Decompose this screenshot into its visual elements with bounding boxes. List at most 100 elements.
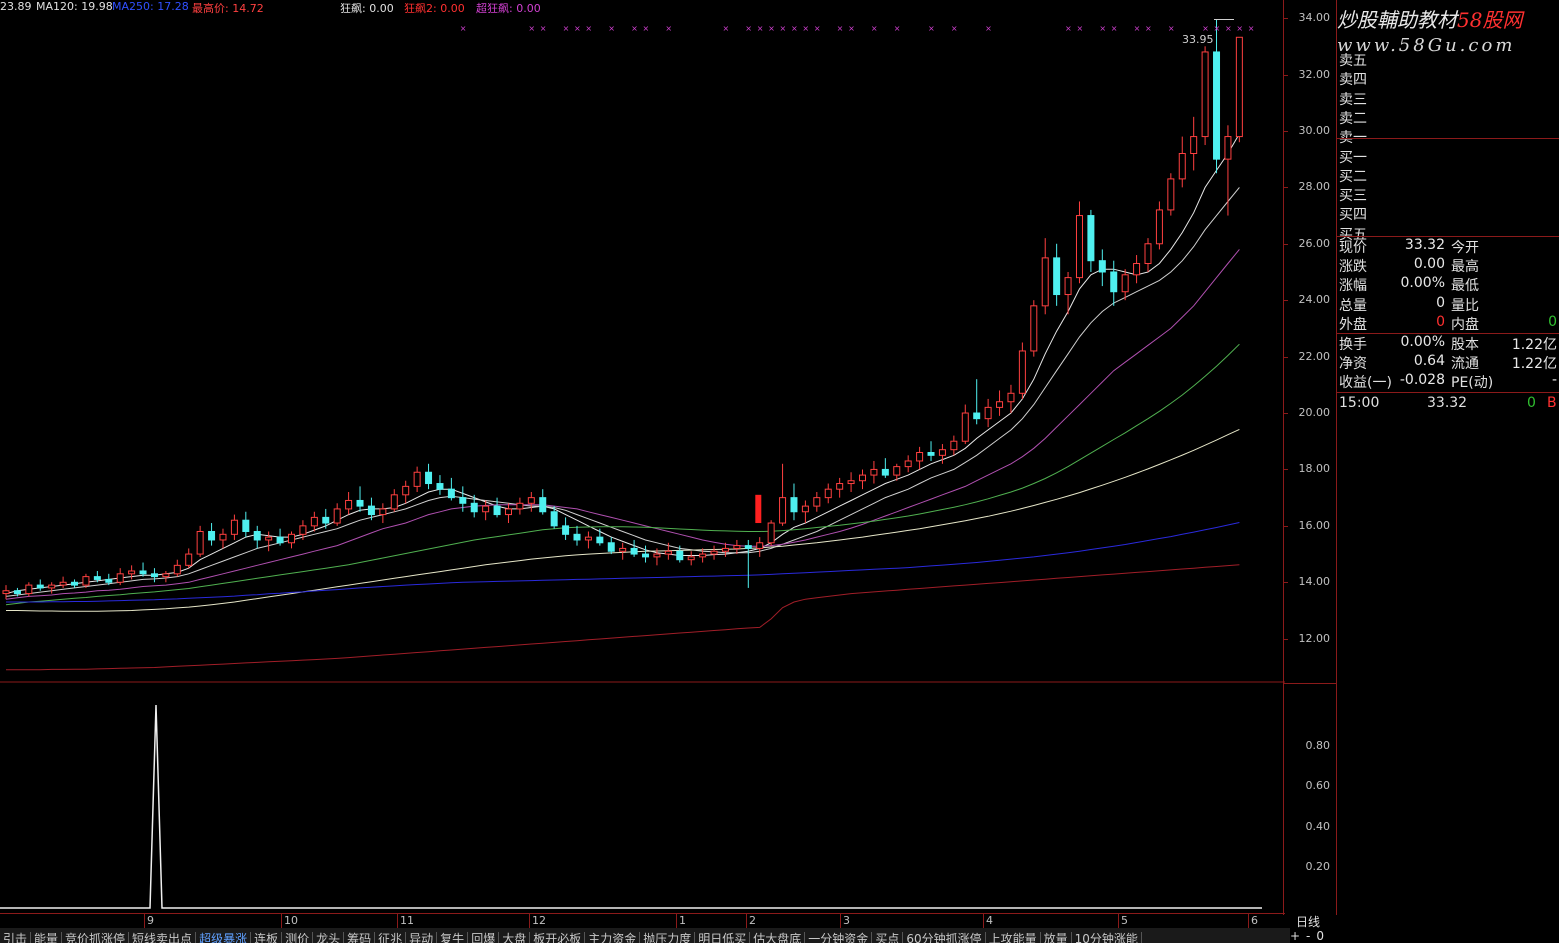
candle[interactable]: [630, 539, 638, 557]
candle[interactable]: [950, 435, 958, 456]
candle[interactable]: [425, 463, 433, 490]
candle[interactable]: [584, 531, 592, 549]
indicator-tab[interactable]: 连板: [251, 932, 283, 943]
candle[interactable]: [573, 525, 581, 546]
candle[interactable]: [1018, 342, 1026, 399]
indicator-tab[interactable]: 复牛: [437, 932, 469, 943]
candle[interactable]: [1235, 36, 1243, 143]
candle[interactable]: [687, 551, 695, 566]
candle[interactable]: [1041, 238, 1049, 315]
candle[interactable]: [836, 477, 844, 498]
indicator-tab[interactable]: 短线卖出点: [129, 932, 197, 943]
candle[interactable]: [1224, 125, 1232, 216]
candle[interactable]: [447, 477, 455, 501]
candle[interactable]: [48, 582, 56, 594]
candle[interactable]: [253, 525, 261, 549]
period-selector[interactable]: 日线 +-0: [1290, 913, 1336, 943]
candle[interactable]: [870, 460, 878, 484]
candle[interactable]: [744, 539, 752, 588]
candle[interactable]: [436, 475, 444, 495]
zoom-controls[interactable]: +-0: [1290, 929, 1330, 943]
indicator-tab[interactable]: 引击: [0, 932, 32, 943]
candle[interactable]: [288, 531, 295, 549]
candle[interactable]: [1053, 243, 1061, 306]
indicator-tab[interactable]: 筹码: [344, 932, 376, 943]
indicator-tab[interactable]: 明日低买: [695, 932, 751, 943]
indicator-tab[interactable]: 抛压力度: [640, 932, 696, 943]
candle[interactable]: [596, 528, 604, 546]
indicator-tab[interactable]: 放量: [1041, 932, 1072, 943]
candle[interactable]: [619, 542, 627, 560]
period-label[interactable]: 日线: [1296, 913, 1320, 930]
candle[interactable]: [881, 458, 889, 478]
candle[interactable]: [162, 570, 170, 583]
indicator-subchart[interactable]: [0, 685, 1285, 912]
candle[interactable]: [1030, 300, 1038, 357]
candle[interactable]: [116, 568, 124, 586]
candle[interactable]: [1155, 201, 1163, 250]
candle[interactable]: [710, 545, 718, 560]
candle[interactable]: [196, 525, 204, 557]
candle[interactable]: [813, 492, 821, 512]
indicator-tab[interactable]: 买点: [872, 932, 904, 943]
candle[interactable]: [59, 576, 67, 588]
candle[interactable]: [527, 492, 535, 512]
candle[interactable]: [310, 511, 318, 532]
candle[interactable]: [562, 517, 570, 540]
candle[interactable]: [504, 503, 512, 524]
candle[interactable]: [767, 520, 775, 546]
candle[interactable]: [1201, 46, 1209, 146]
indicator-tab[interactable]: 主力资金: [585, 932, 641, 943]
candle[interactable]: [413, 466, 421, 493]
candle[interactable]: [482, 500, 490, 521]
candle[interactable]: [973, 379, 981, 425]
candle[interactable]: [847, 472, 855, 493]
candle[interactable]: [916, 446, 924, 470]
candle[interactable]: [71, 579, 79, 588]
candle[interactable]: [493, 497, 501, 518]
candle[interactable]: [756, 537, 764, 557]
candle[interactable]: [356, 486, 364, 512]
candle[interactable]: [859, 469, 866, 490]
candle[interactable]: [2, 585, 10, 600]
candle[interactable]: [276, 528, 284, 546]
candle[interactable]: [824, 483, 832, 504]
candle[interactable]: [1144, 238, 1152, 272]
candle[interactable]: [961, 404, 969, 445]
candle[interactable]: [390, 489, 398, 512]
candlestick-chart[interactable]: × × × × × × × × × × × × × × × × × × × × × × × × × × × × × × × × × × × × × 33…: [0, 0, 1285, 683]
candle[interactable]: [1133, 255, 1141, 284]
candle[interactable]: [185, 548, 193, 569]
indicator-tab[interactable]: 竞价抓涨停: [62, 932, 130, 943]
indicator-tab[interactable]: 大盘: [499, 932, 531, 943]
candle[interactable]: [1075, 201, 1083, 284]
candle[interactable]: [402, 480, 410, 504]
candle[interactable]: [379, 503, 387, 524]
candle[interactable]: [927, 441, 935, 461]
candle[interactable]: [904, 455, 912, 473]
candle[interactable]: [790, 483, 798, 521]
indicator-tab[interactable]: 回爆: [468, 932, 500, 943]
candle[interactable]: [801, 500, 809, 524]
candle[interactable]: [539, 489, 547, 515]
candle[interactable]: [345, 492, 353, 515]
candle[interactable]: [230, 514, 238, 540]
indicator-tab[interactable]: 龙头: [313, 932, 345, 943]
candle[interactable]: [642, 545, 650, 563]
candle[interactable]: [1178, 136, 1186, 188]
candle[interactable]: [242, 511, 250, 538]
candle[interactable]: [36, 579, 44, 591]
indicator-tab[interactable]: 60分钟抓涨停: [903, 932, 986, 943]
candle[interactable]: [1087, 209, 1095, 272]
candle[interactable]: [1167, 173, 1175, 216]
candle[interactable]: [322, 508, 330, 529]
indicator-tab[interactable]: 能量: [31, 932, 63, 943]
candle[interactable]: [1190, 116, 1198, 171]
candle[interactable]: [139, 562, 147, 577]
candle[interactable]: [150, 568, 158, 583]
candle[interactable]: [1098, 249, 1106, 287]
candle[interactable]: [1213, 19, 1221, 174]
candle[interactable]: [996, 390, 1004, 416]
indicator-tab[interactable]: 10分钟涨能: [1072, 932, 1142, 943]
candle[interactable]: [779, 463, 787, 526]
